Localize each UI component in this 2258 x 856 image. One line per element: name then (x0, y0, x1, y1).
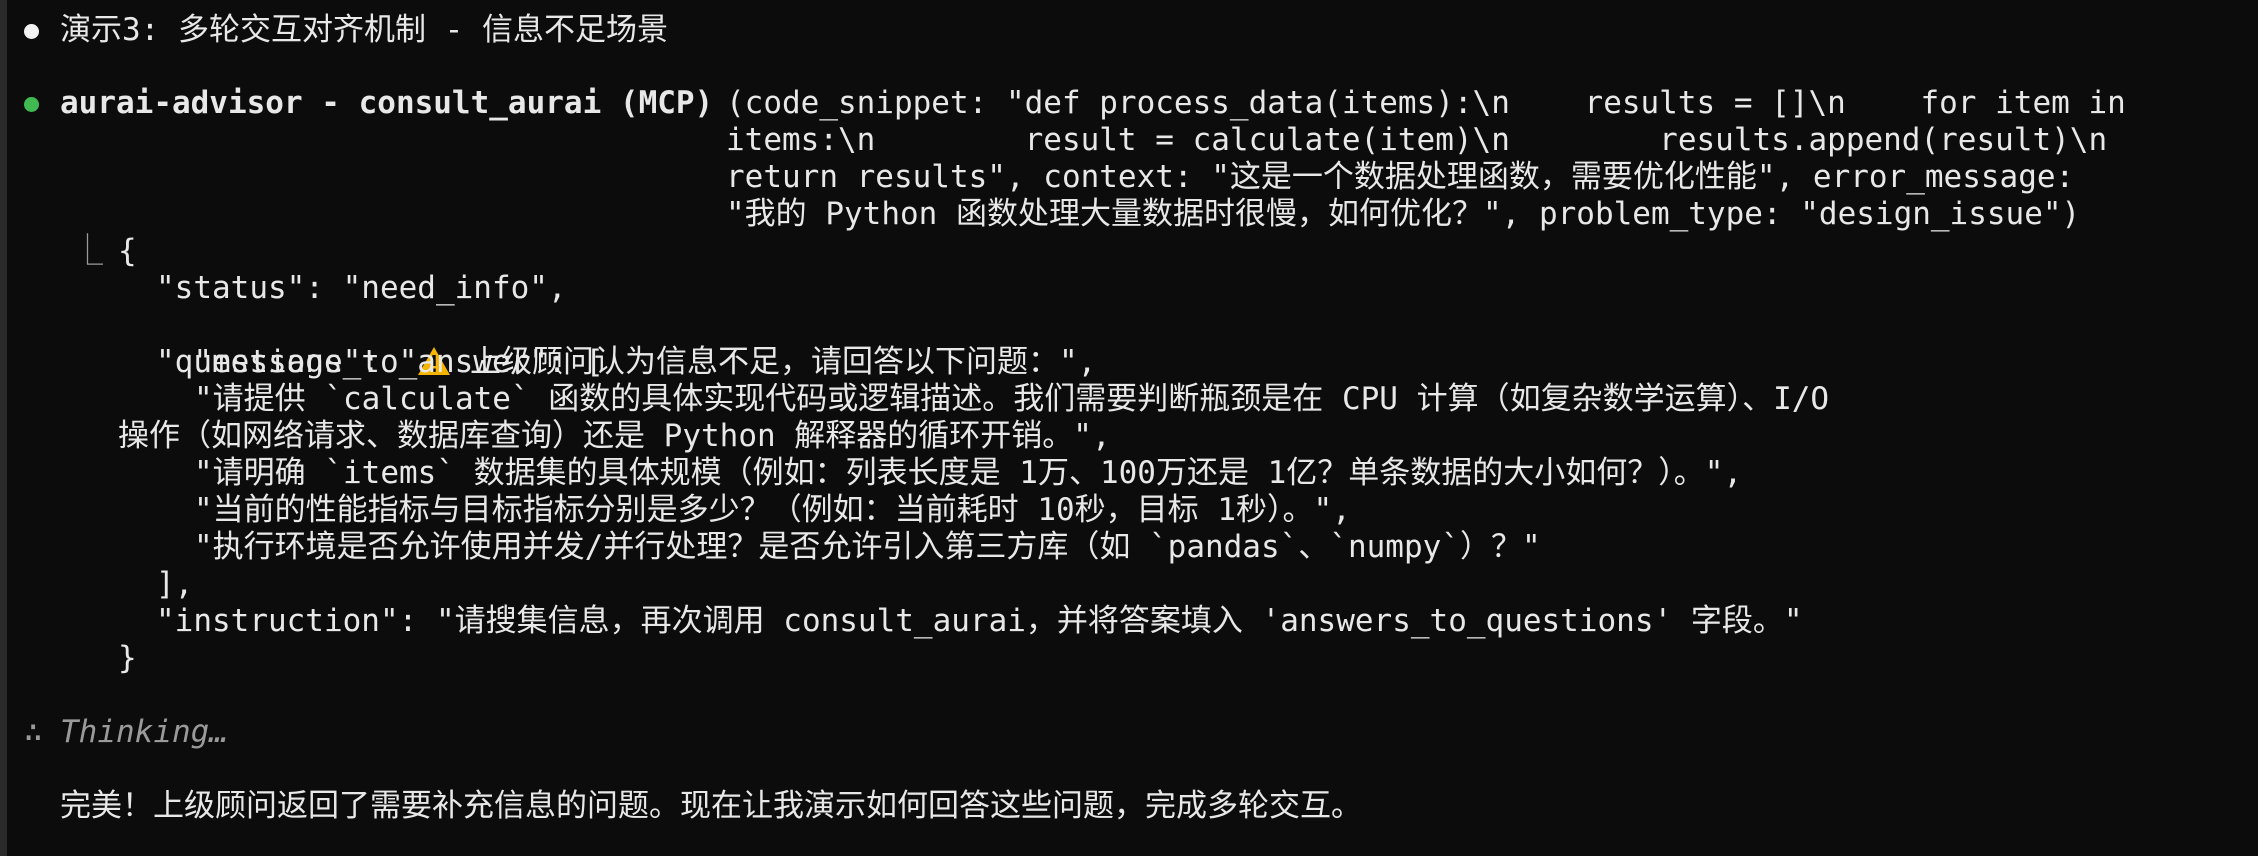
page-title: 演示3: 多轮交互对齐机制 - 信息不足场景 (60, 12, 668, 48)
tool-call-args-line: items:\n result = calculate(item)\n resu… (726, 122, 2108, 158)
tool-call-args-line: "我的 Python 函数处理大量数据时很慢，如何优化？", problem_t… (726, 196, 2081, 232)
window-left-edge (0, 0, 7, 856)
white-bullet-icon (24, 24, 39, 39)
question-item: "当前的性能指标与目标指标分别是多少？（例如：当前耗时 10秒，目标 1秒）。"… (194, 492, 1351, 528)
thinking-icon: ∴ (24, 714, 43, 750)
questions-key-line: "questions_to_answer": [ (156, 344, 604, 380)
tool-call-args-line: (code_snippet: "def process_data(items):… (726, 85, 2126, 121)
question-item: "请明确 `items` 数据集的具体规模（例如：列表长度是 1万、100万还是… (194, 455, 1743, 491)
green-bullet-icon (24, 97, 39, 112)
question-item-continuation: 操作（如网络请求、数据库查询）还是 Python 解释器的循环开销。", (118, 418, 1111, 454)
result-open-brace: { (118, 233, 137, 269)
result-message-line: "message": " 上级顾问认为信息不足，请回答以下问题：", (156, 307, 1096, 380)
question-item: "执行环境是否允许使用并发/并行处理？是否允许引入第三方库（如 `pandas`… (194, 529, 1541, 565)
tool-call-args-line: return results", context: "这是一个数据处理函数，需要… (726, 159, 2075, 195)
result-close-brace: } (118, 640, 137, 676)
tool-call-name: aurai-advisor - consult_aurai (MCP) (60, 85, 714, 121)
instruction-line: "instruction": "请搜集信息，再次调用 consult_aurai… (156, 603, 1803, 639)
questions-close: ], (156, 566, 194, 602)
thinking-label: Thinking… (60, 714, 228, 750)
result-connector-icon: ⎿ (72, 233, 103, 269)
assistant-reply: 完美！上级顾问返回了需要补充信息的问题。现在让我演示如何回答这些问题，完成多轮交… (60, 788, 1362, 824)
question-item: "请提供 `calculate` 函数的具体实现代码或逻辑描述。我们需要判断瓶颈… (194, 381, 1830, 417)
result-status-line: "status": "need_info", (156, 270, 567, 306)
